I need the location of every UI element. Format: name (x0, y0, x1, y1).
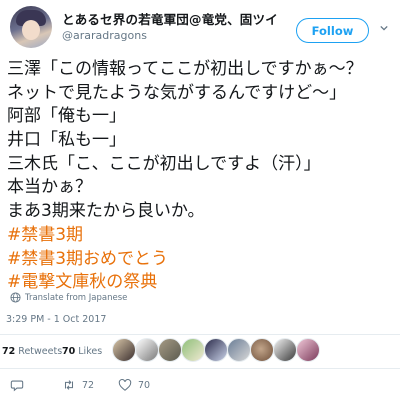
liker-avatar[interactable] (112, 338, 136, 362)
liker-avatar[interactable] (181, 338, 205, 362)
globe-icon (10, 292, 21, 303)
tweet-line: ネットで見たような気がするんですけど～」 (7, 82, 347, 103)
tweet-line: 井口「私も一」 (7, 130, 126, 151)
translate-link[interactable]: Translate from Japanese (10, 292, 127, 303)
display-name[interactable]: とあるセ界の若竜軍団@竜党、固ツイ (62, 9, 278, 28)
reply-button[interactable] (10, 378, 30, 392)
retweet-button[interactable]: 72 (62, 378, 94, 392)
tweet-line: 三木氏「こ、ここが初出しですよ（汗）」 (7, 153, 321, 174)
follow-button[interactable]: Follow (296, 18, 369, 43)
tweet-line: 阿部「俺も一」 (7, 106, 126, 127)
likes-count: 70 (62, 346, 76, 357)
liker-avatar[interactable] (158, 338, 182, 362)
tweet-header: とあるセ界の若竜軍団@竜党、固ツイ @araradragons Follow (0, 0, 400, 56)
liker-avatar[interactable] (204, 338, 228, 362)
heart-icon (118, 378, 132, 391)
translate-label: Translate from Japanese (25, 292, 128, 303)
like-button[interactable]: 70 (118, 378, 150, 392)
engagement-stats: 72 Retweets 70 Likes (0, 336, 400, 368)
liker-avatar[interactable] (135, 338, 159, 362)
retweets-count: 72 (2, 346, 16, 357)
hashtag-link[interactable]: #禁書3期おめでとう (7, 248, 397, 272)
divider (0, 368, 400, 369)
tweet-line: 本当かぁ？ (7, 177, 92, 198)
user-handle[interactable]: @araradragons (62, 29, 147, 42)
like-count: 70 (138, 379, 151, 391)
liker-avatar[interactable] (296, 338, 320, 362)
chevron-down-icon[interactable] (380, 24, 388, 32)
reply-icon (10, 380, 24, 392)
retweet-icon (64, 380, 74, 390)
tweet-actions: 72 70 (0, 372, 400, 400)
liker-avatar[interactable] (227, 338, 251, 362)
tweet-timestamp[interactable]: 3:29 PM - 1 Oct 2017 (6, 314, 106, 325)
tweet-text: 三澤「この情報ってここが初出しですかぁ～？ ネットで見たような気がするんですけど… (7, 58, 397, 295)
retweets-stat[interactable]: 72 Retweets (2, 346, 62, 357)
retweets-label: Retweets (18, 346, 63, 357)
tweet-line: 三澤「この情報ってここが初出しですかぁ～？ (7, 59, 363, 79)
likes-stat[interactable]: 70 Likes (62, 346, 102, 357)
divider (0, 334, 400, 335)
retweet-count: 72 (82, 379, 95, 391)
hashtag-link[interactable]: #禁書3期 (7, 224, 397, 248)
likes-label: Likes (78, 346, 103, 357)
liker-avatar[interactable] (250, 338, 274, 362)
tweet-line: まあ3期来たから良いか。 (7, 201, 205, 222)
liker-avatar[interactable] (273, 338, 297, 362)
user-avatar[interactable] (10, 6, 52, 48)
